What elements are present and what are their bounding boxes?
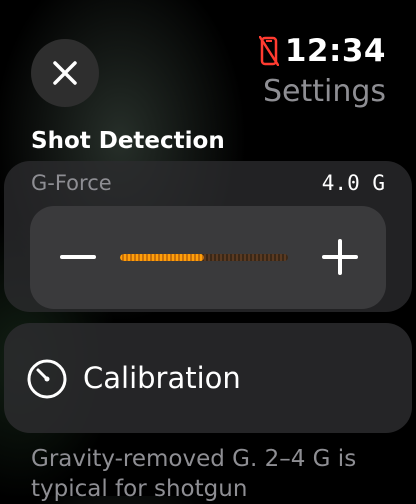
gforce-card: G-Force 4.0 G [4,161,412,312]
minus-icon [60,255,96,259]
gforce-slider-fill [120,254,204,261]
close-button[interactable] [31,39,99,107]
clock-time: 12:34 [284,33,386,69]
decrement-button[interactable] [58,237,98,277]
increment-button[interactable] [320,237,360,277]
gforce-stepper[interactable] [30,206,386,309]
section-title: Shot Detection [31,128,225,154]
footnote-text: Gravity-removed G. 2–4 G is typical for … [31,446,357,502]
page-title: Settings [262,74,386,109]
plus-icon [322,239,358,275]
phone-disconnected-icon [258,36,279,66]
gforce-label: G-Force [31,171,112,195]
close-icon [53,61,77,85]
calibration-label: Calibration [83,361,241,395]
gforce-value: 4.0 G [321,171,385,195]
status-bar: 12:34 [258,32,386,70]
gforce-slider-track[interactable] [120,254,288,261]
calibration-button[interactable]: Calibration [4,323,412,433]
gauge-icon [27,359,67,399]
